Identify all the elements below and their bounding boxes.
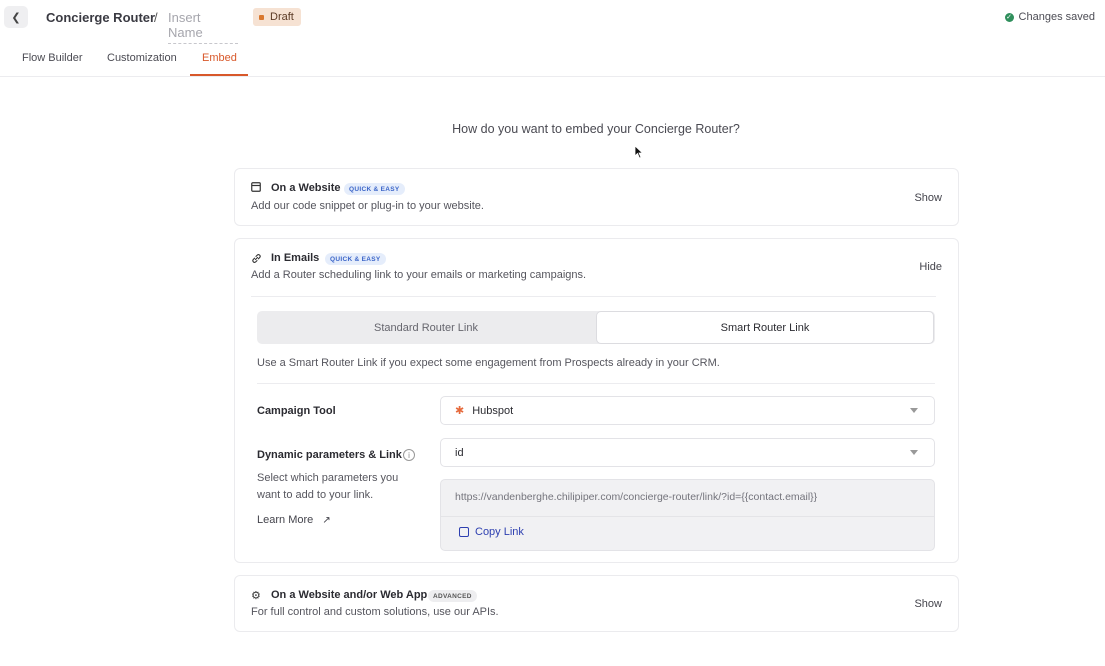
browser-window-icon: [251, 182, 261, 195]
divider: [251, 296, 936, 297]
status-badge: Draft: [253, 8, 301, 26]
top-bar: ❮ Concierge Router / Insert Name Draft ✓…: [0, 0, 1105, 44]
embed-option-webapp[interactable]: ⚙ On a Website and/or Web App ADVANCED F…: [234, 575, 959, 632]
generated-link-url[interactable]: https://vandenberghe.chilipiper.com/conc…: [455, 491, 817, 503]
show-button[interactable]: Show: [914, 598, 942, 610]
status-badge-label: Draft: [270, 11, 294, 23]
hubspot-icon: ✱: [455, 405, 465, 417]
campaign-tool-select[interactable]: ✱ Hubspot: [440, 396, 935, 425]
chevron-down-icon: [910, 450, 918, 455]
tab-bar: Flow Builder Customization Embed: [0, 44, 1105, 77]
option-badge: QUICK & EASY: [344, 183, 405, 195]
save-status-label: Changes saved: [1018, 11, 1095, 23]
learn-more-label: Learn More: [257, 514, 314, 526]
standard-router-link-option[interactable]: Standard Router Link: [257, 311, 595, 344]
check-circle-icon: ✓: [1004, 12, 1014, 22]
active-tab-indicator: [190, 74, 248, 76]
generated-link-box: https://vandenberghe.chilipiper.com/conc…: [440, 479, 935, 551]
info-icon[interactable]: i: [403, 449, 415, 461]
tab-customization[interactable]: Customization: [107, 52, 177, 64]
back-button[interactable]: ❮: [4, 6, 28, 28]
link-icon: [251, 253, 262, 267]
chevron-down-icon: [910, 408, 918, 413]
embed-option-emails: In Emails QUICK & EASY Add a Router sche…: [234, 238, 959, 563]
page-question: How do you want to embed your Concierge …: [452, 122, 740, 136]
option-description: Add a Router scheduling link to your ema…: [251, 269, 587, 281]
option-description: Add our code snippet or plug-in to your …: [251, 200, 484, 212]
gear-icon: ⚙: [251, 590, 261, 602]
copy-link-label: Copy Link: [475, 526, 524, 538]
mouse-cursor-icon: [634, 145, 644, 159]
tab-flow-builder[interactable]: Flow Builder: [22, 52, 83, 64]
link-type-hint: Use a Smart Router Link if you expect so…: [257, 357, 720, 369]
tab-embed[interactable]: Embed: [202, 52, 237, 64]
link-type-toggle: Standard Router Link Smart Router Link: [257, 311, 935, 344]
option-badge: ADVANCED: [428, 590, 477, 602]
campaign-tool-label: Campaign Tool: [257, 405, 336, 417]
option-title: On a Website and/or Web App: [271, 589, 428, 601]
option-title: In Emails: [271, 252, 320, 264]
option-description: For full control and custom solutions, u…: [251, 606, 499, 618]
smart-router-link-option[interactable]: Smart Router Link: [596, 311, 934, 344]
router-name-input[interactable]: Insert Name: [168, 10, 238, 44]
dynamic-parameters-select[interactable]: id: [440, 438, 935, 467]
draft-dot-icon: [259, 14, 264, 20]
show-button[interactable]: Show: [914, 192, 942, 204]
divider: [257, 383, 935, 384]
divider: [441, 516, 934, 517]
dynamic-parameters-label: Dynamic parameters & Link: [257, 449, 402, 461]
router-title: Concierge Router: [46, 10, 156, 25]
save-status: ✓ Changes saved: [1004, 11, 1095, 23]
arrow-up-right-icon: ↗: [322, 515, 331, 526]
campaign-tool-value: Hubspot: [472, 404, 514, 417]
breadcrumb-separator: /: [154, 10, 158, 25]
chevron-left-icon: ❮: [11, 11, 21, 24]
dynamic-parameters-value: id: [455, 446, 464, 459]
copy-icon: [459, 527, 469, 537]
embed-option-website[interactable]: On a Website QUICK & EASY Add our code s…: [234, 168, 959, 226]
dynamic-parameters-description: Select which parameters you want to add …: [257, 472, 399, 501]
hide-button[interactable]: Hide: [919, 261, 942, 273]
option-badge: QUICK & EASY: [325, 253, 386, 265]
learn-more-link[interactable]: Learn More ↗: [257, 514, 331, 526]
option-title: On a Website: [271, 182, 341, 194]
copy-link-button[interactable]: Copy Link: [459, 526, 524, 538]
